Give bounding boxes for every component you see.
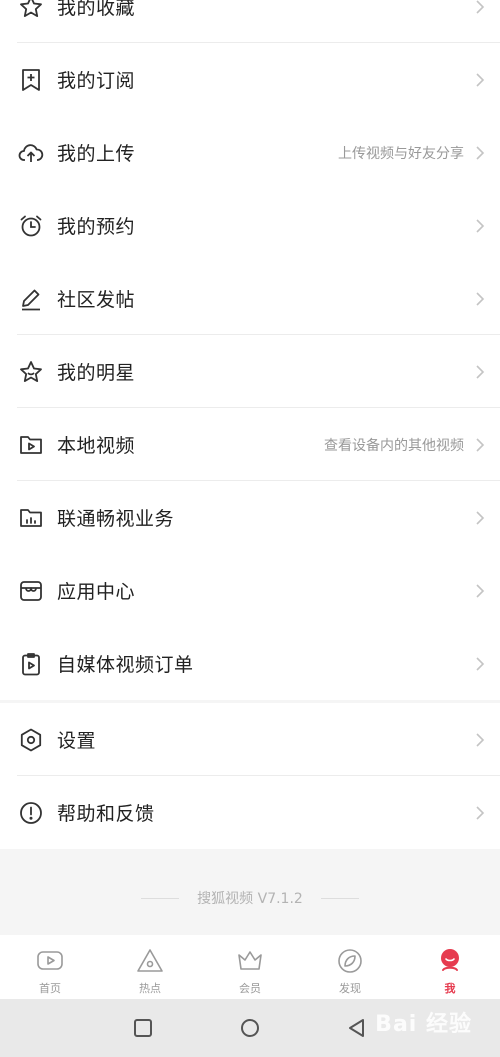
home-play-icon [37, 951, 63, 970]
watermark: Bai 经验 [375, 1012, 472, 1037]
menu-item-subtext: 上传视频与好友分享 [338, 145, 464, 162]
chevron-right-icon [476, 437, 485, 452]
menu-item-label: 自媒体视频订单 [57, 654, 194, 676]
menu-item-community-post[interactable]: 社区发帖 [0, 262, 500, 335]
chevron-right-icon [476, 0, 485, 14]
menu-item-subtext: 查看设备内的其他视频 [324, 437, 464, 454]
menu-item-favorites[interactable]: 我的收藏 [0, 0, 500, 43]
chevron-right-icon [476, 805, 485, 820]
menu-item-help-feedback[interactable]: 帮助和反馈 [0, 776, 500, 849]
menu-item-media-orders[interactable]: 自媒体视频订单 [0, 627, 500, 700]
menu-item-subscriptions[interactable]: 我的订阅 [0, 43, 500, 116]
menu-item-my-stars[interactable]: 我的明星 [0, 335, 500, 408]
menu-item-label: 我的预约 [57, 216, 136, 238]
menu-item-reservations[interactable]: 我的预约 [0, 189, 500, 262]
bookmark-plus-icon [17, 66, 45, 94]
menu-item-label: 我的上传 [57, 143, 136, 165]
menu-item-label: 设置 [57, 730, 97, 752]
tab-hot[interactable]: 热点 [100, 935, 200, 999]
version-info: 搜狐视频 V7.1.2 [0, 885, 500, 911]
app-root: 我的收藏 我的订阅 我的上传 上传视频与好友分享 我的预约 社区发帖 我的明星 … [0, 0, 500, 1057]
chevron-right-icon [476, 732, 485, 747]
menu-item-label: 本地视频 [57, 435, 136, 457]
alarm-clock-icon [17, 212, 45, 240]
hexagon-gear-icon [17, 726, 45, 754]
chevron-right-icon [476, 218, 485, 233]
chevron-right-icon [476, 72, 485, 87]
menu-item-label: 社区发帖 [57, 289, 136, 311]
home-icon[interactable] [239, 1017, 261, 1039]
clipboard-play-icon [17, 650, 45, 678]
menu-item-label: 应用中心 [57, 581, 136, 603]
back-icon[interactable] [346, 1017, 368, 1039]
menu-item-label: 我的明星 [57, 362, 136, 384]
menu-item-label: 帮助和反馈 [57, 803, 155, 825]
tab-label: 我 [444, 982, 456, 995]
chevron-right-icon [476, 145, 485, 160]
store-icon [17, 577, 45, 605]
divider [141, 897, 180, 899]
menu-item-settings[interactable]: 设置 [0, 703, 500, 776]
pencil-icon [17, 285, 45, 313]
menu-group-main: 我的收藏 我的订阅 我的上传 上传视频与好友分享 我的预约 社区发帖 我的明星 … [0, 0, 500, 700]
chevron-right-icon [476, 291, 485, 306]
tab-label: 首页 [39, 982, 61, 995]
star-face-icon [17, 358, 45, 386]
tab-label: 热点 [139, 982, 161, 995]
tab-discover[interactable]: 发现 [300, 935, 400, 999]
tab-vip[interactable]: 会员 [200, 935, 300, 999]
star-badge-icon [17, 0, 45, 21]
profile-icon [441, 949, 459, 971]
menu-item-uploads[interactable]: 我的上传 上传视频与好友分享 [0, 116, 500, 189]
menu-item-label: 我的收藏 [57, 0, 136, 19]
folder-chart-icon [17, 504, 45, 532]
compass-leaf-icon [338, 949, 362, 973]
divider [320, 897, 359, 899]
folder-play-icon [17, 431, 45, 459]
bottom-tab-bar: 首页 热点 会员 发现 我 [0, 935, 500, 999]
tab-home[interactable]: 首页 [0, 935, 100, 999]
chevron-right-icon [476, 364, 485, 379]
chevron-right-icon [476, 656, 485, 671]
menu-group-settings: 设置 帮助和反馈 [0, 703, 500, 849]
tab-label: 发现 [339, 982, 361, 995]
exclamation-circle-icon [17, 799, 45, 827]
menu-item-label: 联通畅视业务 [57, 508, 175, 530]
menu-item-local-videos[interactable]: 本地视频 查看设备内的其他视频 [0, 408, 500, 481]
menu-item-app-center[interactable]: 应用中心 [0, 554, 500, 627]
crown-icon [238, 951, 262, 970]
chevron-right-icon [476, 510, 485, 525]
tab-me[interactable]: 我 [400, 935, 500, 999]
menu-item-label: 我的订阅 [57, 70, 136, 92]
menu-item-unicom-service[interactable]: 联通畅视业务 [0, 481, 500, 554]
tab-label: 会员 [239, 982, 261, 995]
hotspot-triangle-icon [137, 949, 163, 972]
chevron-right-icon [476, 583, 485, 598]
cloud-upload-icon [17, 139, 45, 167]
recent-apps-icon[interactable] [132, 1017, 154, 1039]
version-text: 搜狐视频 V7.1.2 [197, 891, 303, 907]
